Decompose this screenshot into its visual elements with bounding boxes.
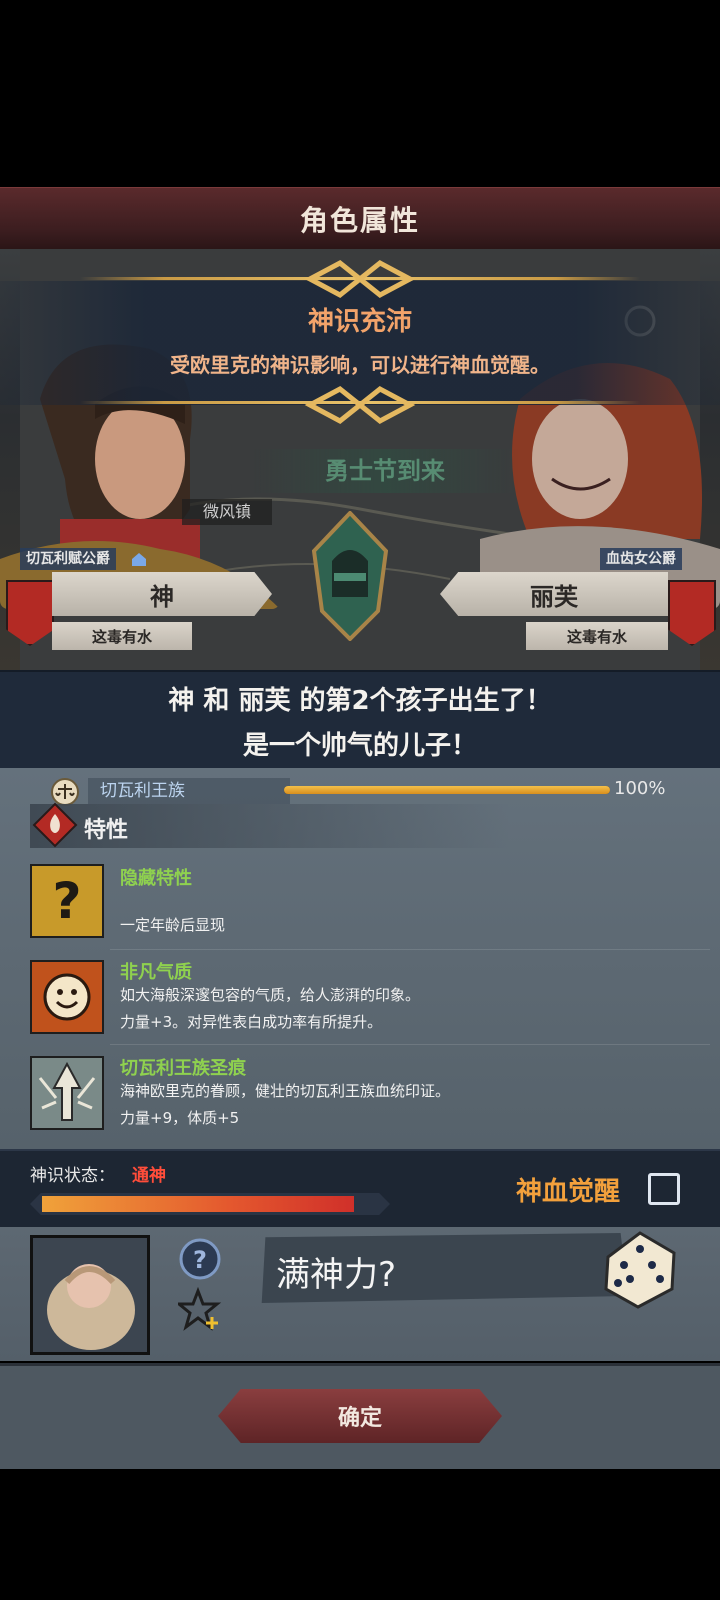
title-bar: 角色属性 bbox=[0, 187, 720, 252]
dice-icon[interactable] bbox=[600, 1227, 680, 1311]
baby-portrait[interactable] bbox=[30, 1235, 150, 1355]
child-name: 满神力? bbox=[276, 1255, 397, 1295]
banner-subtitle: 受欧里克的神识影响，可以进行神血觉醒。 bbox=[170, 353, 550, 377]
helmet-emblem-icon bbox=[312, 511, 388, 641]
trait-name: 切瓦利王族圣痕 bbox=[120, 1058, 246, 1079]
town-label: 微风镇 bbox=[182, 499, 272, 525]
ornament-knot-icon bbox=[304, 386, 416, 424]
trait-desc: 一定年龄后显现 bbox=[120, 916, 226, 934]
svg-text:?: ? bbox=[52, 872, 81, 930]
question-icon: ? bbox=[30, 864, 104, 938]
divine-state-label: 神识状态： bbox=[30, 1166, 115, 1186]
birth-announcement: 神 和 丽芙 的第2个孩子出生了！ 是一个帅气的儿子！ bbox=[0, 670, 720, 770]
father-name: 神 bbox=[52, 572, 272, 616]
lineage-percent: 100% bbox=[614, 778, 666, 799]
traits-title: 特性 bbox=[84, 818, 129, 843]
announcement-line2: 是一个帅气的儿子！ bbox=[242, 731, 477, 761]
royal-mark-icon bbox=[30, 1056, 104, 1130]
question-circle-icon[interactable]: ? bbox=[178, 1237, 222, 1281]
mother-title: 血齿女公爵 bbox=[600, 548, 682, 570]
svg-text:?: ? bbox=[193, 1246, 207, 1274]
lineage-name: 切瓦利王族 bbox=[88, 778, 290, 804]
fire-diamond-icon bbox=[32, 802, 78, 848]
trait-panel[interactable]: 切瓦利王族 100% 特性 ? 隐藏特性 一定年龄后显现 非凡气质 如大海般深邃… bbox=[0, 768, 720, 1149]
announcement-line1: 神 和 丽芙 的第2个孩子出生了！ bbox=[168, 686, 552, 716]
child-row: ? 满神力? bbox=[0, 1227, 720, 1361]
trait-desc: 海神欧里克的眷顾，健壮的切瓦利王族血统印证。 bbox=[120, 1082, 451, 1100]
trait-name: 隐藏特性 bbox=[120, 868, 192, 889]
mother-status: 这毒有水 bbox=[526, 622, 668, 650]
father-status: 这毒有水 bbox=[52, 622, 192, 650]
page-title: 角色属性 bbox=[299, 204, 420, 237]
banner-title: 神识充沛 bbox=[307, 307, 412, 337]
ornament-knot-icon bbox=[304, 260, 416, 298]
awaken-label: 神血觉醒 bbox=[516, 1177, 621, 1207]
confirm-button[interactable]: 确定 bbox=[218, 1389, 502, 1443]
mother-name: 丽芙 bbox=[440, 572, 668, 616]
divine-progress-fill bbox=[42, 1196, 355, 1212]
divider bbox=[110, 949, 710, 950]
trait-desc: 力量+3。对异性表白成功率有所提升。 bbox=[120, 1013, 383, 1031]
divine-progress-track bbox=[30, 1193, 390, 1215]
birth-scene: 神识充沛 受欧里克的神识影响，可以进行神血觉醒。 勇士节到来 微风镇 切瓦利赋公… bbox=[0, 249, 720, 670]
divider bbox=[110, 1044, 710, 1045]
smile-sun-icon bbox=[30, 960, 104, 1034]
star-plus-icon[interactable] bbox=[178, 1287, 222, 1331]
lineage-progress-track bbox=[284, 786, 610, 794]
awaken-checkbox[interactable] bbox=[648, 1173, 680, 1205]
divine-state-bar: 神识状态： 通神 神血觉醒 bbox=[0, 1149, 720, 1229]
divine-state-value: 通神 bbox=[132, 1166, 166, 1186]
father-title: 切瓦利赋公爵 bbox=[20, 548, 116, 570]
home-icon bbox=[132, 553, 146, 566]
event-text: 勇士节到来 bbox=[250, 449, 520, 493]
lineage-progress-fill bbox=[284, 786, 610, 794]
trait-desc: 如大海般深邃包容的气质，给人澎湃的印象。 bbox=[120, 986, 421, 1004]
trait-desc: 力量+9，体质+5 bbox=[120, 1109, 240, 1127]
trait-name: 非凡气质 bbox=[120, 962, 192, 983]
